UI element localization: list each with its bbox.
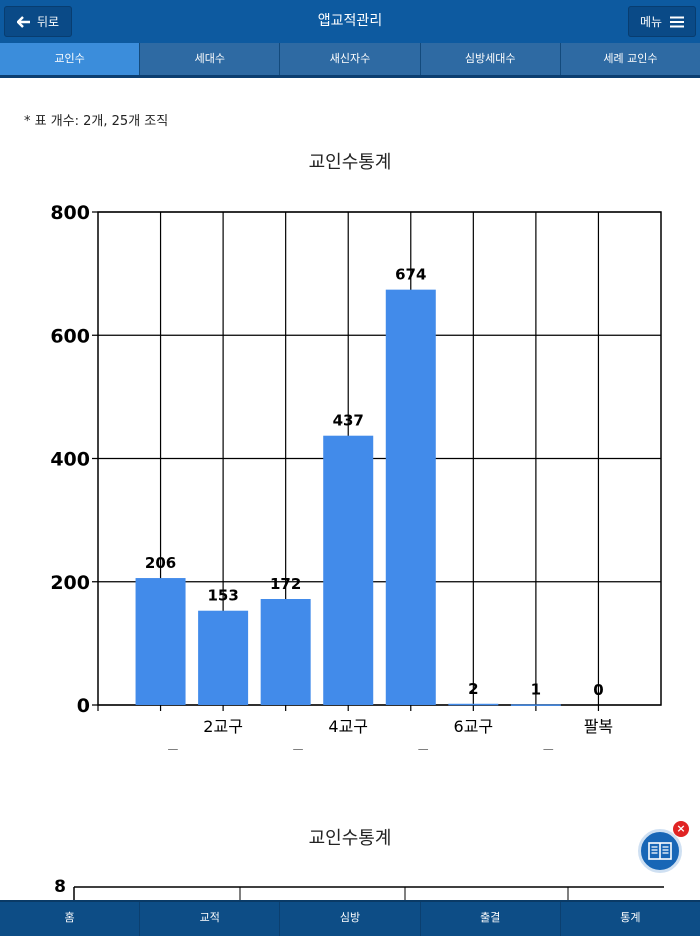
- y-tick-label: 800: [50, 202, 90, 224]
- bar-value-label: 1: [531, 680, 541, 698]
- tab-households[interactable]: 세대수: [140, 43, 281, 75]
- top-bar: 뒤로 앱교적관리 메뉴: [0, 0, 700, 43]
- bar: [510, 704, 561, 706]
- bar: [448, 703, 499, 706]
- chart-title-2: 교인수통계: [308, 828, 392, 849]
- x-tick-label: 팔복: [584, 717, 613, 736]
- x-tick-label: 4교구: [328, 717, 368, 736]
- close-icon[interactable]: ×: [673, 821, 689, 837]
- bar-value-label: 172: [270, 575, 301, 593]
- x-tick-label: 3교구: [266, 747, 306, 750]
- x-tick-label: 1교구: [141, 747, 181, 750]
- nav-statistics[interactable]: 통계: [561, 902, 700, 936]
- book-fab-button[interactable]: [638, 829, 682, 873]
- back-button[interactable]: 뒤로: [4, 6, 72, 37]
- y-tick-label: 200: [50, 572, 90, 594]
- bottom-nav: 홈 교적 심방 출결 통계: [0, 900, 700, 936]
- bar-value-label: 206: [145, 554, 176, 572]
- tab-members[interactable]: 교인수: [0, 43, 141, 75]
- y-tick-label: 400: [50, 449, 90, 471]
- nav-visitation[interactable]: 심방: [280, 902, 421, 936]
- bar-value-label: 0: [593, 681, 603, 699]
- bar-value-label: 153: [207, 587, 238, 605]
- nav-membership[interactable]: 교적: [140, 902, 281, 936]
- x-tick-label: 5교구: [391, 747, 431, 750]
- bar: [260, 599, 311, 705]
- table-count-note: * 표 개수: 2개, 25개 조직: [24, 114, 169, 129]
- tab-visitation-households[interactable]: 심방세대수: [420, 43, 561, 75]
- back-label: 뒤로: [36, 15, 60, 29]
- tab-baptized-members[interactable]: 세례 교인수: [560, 43, 700, 75]
- chart-title: 교인수통계: [308, 152, 392, 173]
- bar: [385, 289, 436, 705]
- x-tick-label: 2교구: [203, 717, 243, 736]
- tab-bar: 교인수 세대수 새신자수 심방세대수 세례 교인수: [0, 43, 700, 78]
- tab-new-members[interactable]: 새신자수: [280, 43, 421, 75]
- bar-value-label: 437: [333, 412, 364, 430]
- bar-value-label: 2: [468, 680, 478, 698]
- nav-home[interactable]: 홈: [0, 902, 141, 936]
- bar-value-label: 674: [395, 266, 426, 284]
- x-tick-label: 6교구: [454, 717, 494, 736]
- page-title: 앱교적관리: [317, 13, 383, 29]
- y-tick-label: 0: [77, 695, 90, 717]
- bar-chart: 0 200 400 600 800 206 1교구 153 2교구 172 3교구 437 4교구 674…: [50, 202, 662, 750]
- bar: [135, 578, 186, 705]
- menu-button[interactable]: 메뉴: [628, 6, 696, 37]
- x-tick-label: 7교구: [516, 747, 556, 750]
- hamburger-icon: [670, 16, 685, 27]
- book-icon: [648, 842, 672, 860]
- y-tick-label: 600: [50, 325, 90, 347]
- y-tick-label-2: 8: [54, 877, 66, 897]
- bar: [323, 435, 374, 705]
- arrow-left-icon: [16, 15, 30, 28]
- menu-label: 메뉴: [639, 15, 663, 29]
- bar: [198, 610, 249, 705]
- nav-attendance[interactable]: 출결: [421, 902, 561, 936]
